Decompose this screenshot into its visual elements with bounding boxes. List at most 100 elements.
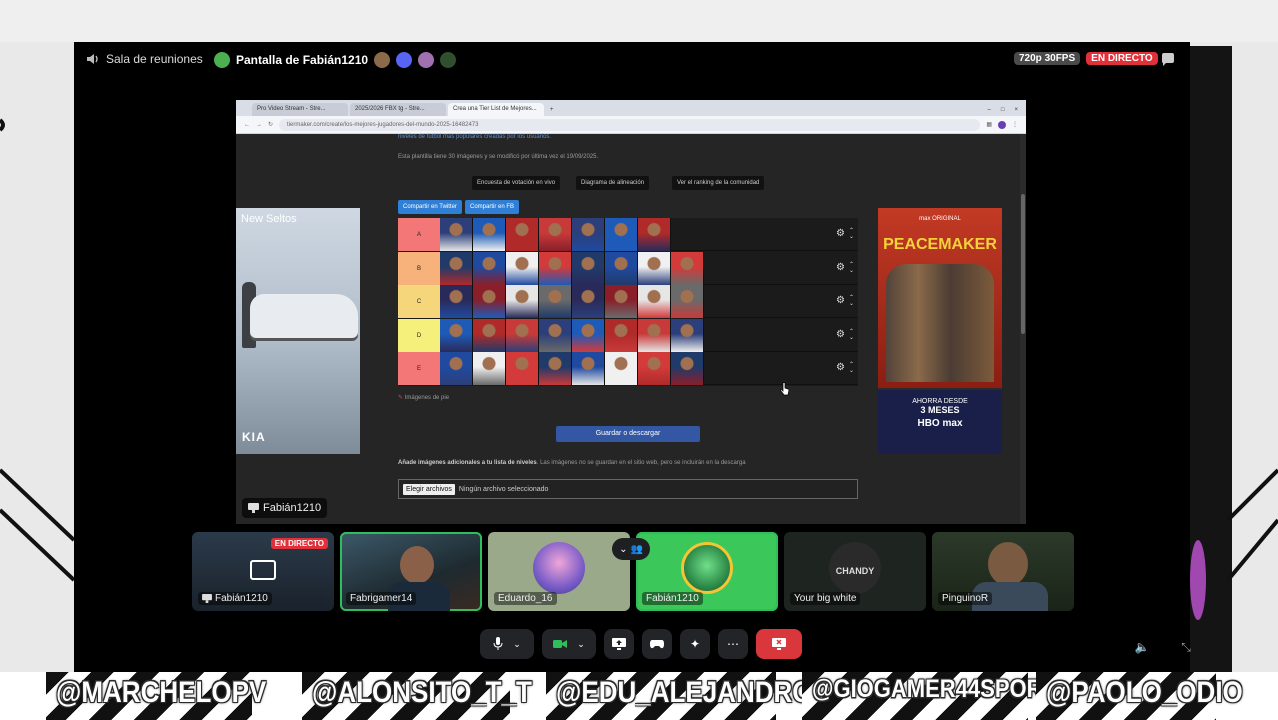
player-image[interactable]: [473, 218, 506, 251]
player-image[interactable]: [440, 318, 473, 352]
minimize-icon[interactable]: –: [988, 107, 991, 113]
player-image[interactable]: [506, 318, 539, 352]
tier-row[interactable]: D ⚙ ⌃ ⌄: [398, 318, 858, 352]
gear-icon[interactable]: ⚙: [836, 362, 845, 374]
player-image[interactable]: [440, 285, 473, 318]
gear-icon[interactable]: ⚙: [836, 262, 845, 274]
microphone-control[interactable]: ⌄: [480, 629, 534, 659]
player-image[interactable]: [638, 352, 671, 385]
tier-list[interactable]: A ⚙ ⌃ ⌄ B ⚙ ⌃ ⌄ C ⚙ ⌃ ⌄ D ⚙ ⌃ ⌄ E ⚙ ⌃ ⌄: [398, 218, 858, 386]
player-image[interactable]: [539, 285, 572, 318]
shared-screen[interactable]: Pro Video Stream - Stre... 2025/2026 FBX…: [236, 100, 1026, 524]
viewer-avatar[interactable]: [440, 52, 457, 68]
player-image[interactable]: [539, 352, 572, 385]
viewer-avatar[interactable]: [418, 52, 435, 68]
lineup-diagram-button[interactable]: Diagrama de alineación: [576, 176, 650, 190]
player-image[interactable]: [605, 251, 638, 285]
reorder-arrows-icon[interactable]: ⌃ ⌄: [849, 362, 854, 374]
participant-tile[interactable]: Fabrigamer14: [340, 532, 482, 611]
participant-tile[interactable]: PinguinoR: [932, 532, 1074, 611]
tier-label[interactable]: E: [398, 352, 440, 385]
hbo-advertisement[interactable]: max ORIGINAL PEACEMAKER AHORRA DESDE 3 M…: [878, 208, 1002, 454]
save-download-button[interactable]: Guardar o descargar: [556, 426, 700, 442]
player-image[interactable]: [671, 352, 704, 385]
channel-group[interactable]: Sala de reuniones: [86, 52, 203, 66]
community-ranking-button[interactable]: Ver el ranking de la comunidad: [672, 176, 765, 190]
more-options-button[interactable]: ⋯: [718, 629, 748, 659]
player-image[interactable]: [572, 352, 605, 385]
forward-icon[interactable]: →: [256, 122, 262, 128]
player-image[interactable]: [572, 218, 605, 251]
player-image[interactable]: [539, 251, 572, 285]
player-image[interactable]: [473, 285, 506, 318]
player-image[interactable]: [605, 218, 638, 251]
gear-icon[interactable]: ⚙: [836, 329, 845, 341]
chat-icon[interactable]: [1160, 52, 1176, 68]
extensions-icon[interactable]: ▦: [986, 121, 992, 128]
file-input[interactable]: Elegir archivos Ningún archivo seleccion…: [398, 479, 858, 499]
activities-button[interactable]: [642, 629, 672, 659]
participant-tile[interactable]: Fabián1210: [636, 532, 778, 611]
volume-icon[interactable]: 🔈: [1128, 632, 1156, 662]
share-twitter-button[interactable]: Compartir en Twitter: [398, 200, 462, 214]
url-field[interactable]: tiermaker.com/create/los-mejores-jugador…: [279, 118, 981, 131]
player-image[interactable]: [440, 352, 473, 385]
player-image[interactable]: [638, 218, 671, 251]
player-image[interactable]: [605, 318, 638, 352]
tier-row[interactable]: C ⚙ ⌃ ⌄: [398, 285, 858, 318]
reorder-arrows-icon[interactable]: ⌃ ⌄: [849, 228, 854, 240]
chevron-down-icon[interactable]: ⌄: [513, 639, 521, 650]
scrollbar-thumb[interactable]: [1021, 194, 1025, 334]
player-image[interactable]: [440, 218, 473, 251]
player-image[interactable]: [506, 352, 539, 385]
player-image[interactable]: [539, 318, 572, 352]
chevron-down-icon[interactable]: ⌄: [577, 639, 585, 650]
kia-advertisement[interactable]: New Seltos KIA: [236, 208, 360, 454]
player-image[interactable]: [506, 251, 539, 285]
stream-title-group[interactable]: Pantalla de Fabián1210: [214, 52, 457, 68]
player-image[interactable]: [539, 218, 572, 251]
player-image[interactable]: [671, 285, 704, 318]
live-poll-button[interactable]: Encuesta de votación en vivo: [472, 176, 561, 190]
player-image[interactable]: [605, 352, 638, 385]
tier-row[interactable]: A ⚙ ⌃ ⌄: [398, 218, 858, 251]
discord-icon[interactable]: [396, 52, 413, 68]
reorder-arrows-icon[interactable]: ⌃ ⌄: [849, 295, 854, 307]
browser-tab[interactable]: 2025/2026 FBX tg - Stre...: [350, 103, 446, 116]
participants-toggle[interactable]: ⌄ 👥: [612, 538, 650, 560]
maximize-icon[interactable]: □: [1001, 107, 1005, 113]
reload-icon[interactable]: ↻: [268, 121, 273, 128]
exit-fullscreen-icon[interactable]: ⤡: [1172, 632, 1200, 662]
player-image[interactable]: [506, 285, 539, 318]
player-image[interactable]: [473, 352, 506, 385]
new-tab-icon[interactable]: +: [546, 107, 558, 116]
tier-label[interactable]: A: [398, 218, 440, 251]
browser-tab-active[interactable]: Crea una Tier List de Mejores...: [448, 103, 544, 116]
screen-share-button[interactable]: [604, 629, 634, 659]
camera-control[interactable]: ⌄: [542, 629, 596, 659]
close-icon[interactable]: ×: [1014, 107, 1018, 113]
reorder-arrows-icon[interactable]: ⌃ ⌄: [849, 329, 854, 341]
tier-label[interactable]: C: [398, 285, 440, 318]
player-image[interactable]: [572, 318, 605, 352]
player-image[interactable]: [638, 318, 671, 352]
player-image[interactable]: [506, 218, 539, 251]
tier-row[interactable]: B ⚙ ⌃ ⌄: [398, 251, 858, 285]
participant-tile[interactable]: CHANDY Your big white: [784, 532, 926, 611]
player-image[interactable]: [638, 285, 671, 318]
participant-tile[interactable]: EN DIRECTO Fabián1210: [192, 532, 334, 611]
menu-icon[interactable]: ⋮: [1012, 121, 1018, 128]
player-image[interactable]: [638, 251, 671, 285]
player-image[interactable]: [440, 251, 473, 285]
gear-icon[interactable]: ⚙: [836, 228, 845, 240]
player-image[interactable]: [572, 251, 605, 285]
page-scrollbar[interactable]: [1020, 134, 1026, 524]
player-image[interactable]: [473, 318, 506, 352]
choose-files-button[interactable]: Elegir archivos: [403, 483, 455, 495]
player-image[interactable]: [671, 318, 704, 352]
player-image[interactable]: [572, 285, 605, 318]
tier-label[interactable]: D: [398, 318, 440, 352]
disconnect-button[interactable]: [756, 629, 802, 659]
profile-icon[interactable]: [998, 120, 1006, 129]
player-image[interactable]: [473, 251, 506, 285]
